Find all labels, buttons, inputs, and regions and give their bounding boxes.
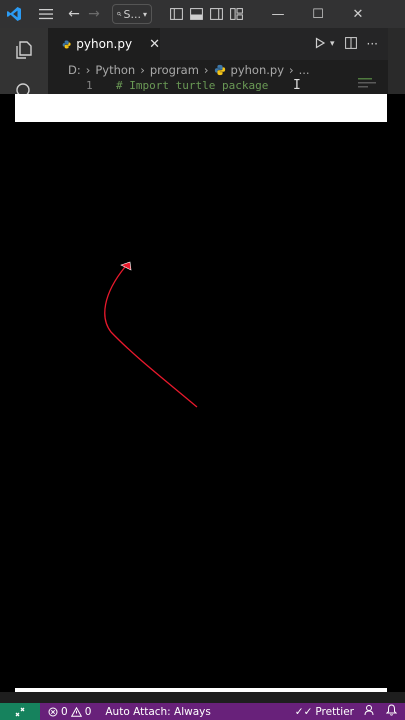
python-file-icon <box>214 64 225 76</box>
command-center-search[interactable]: S... ▾ <box>112 4 152 24</box>
auto-attach-status[interactable]: Auto Attach: Always <box>105 706 211 718</box>
back-arrow-icon[interactable]: ← <box>64 0 84 28</box>
forward-arrow-icon[interactable]: → <box>84 0 104 28</box>
chevron-down-icon: ▾ <box>142 9 147 19</box>
minimize-icon[interactable]: — <box>258 0 298 28</box>
problems-indicator[interactable]: 0 0 <box>48 706 91 718</box>
explorer-icon[interactable] <box>14 40 34 64</box>
line-number: 1 <box>86 79 93 92</box>
vscode-logo-icon <box>0 0 28 28</box>
tab-label: pyhon.py <box>76 37 133 51</box>
breadcrumb-item-python[interactable]: Python <box>95 63 135 77</box>
chevron-right-icon: › <box>289 63 294 77</box>
title-bar: ← → S... ▾ — ☐ ✕ <box>0 0 405 28</box>
tab-pyhon-py[interactable]: pyhon.py ✕ <box>48 28 160 60</box>
editor-area: pyhon.py ✕ ▾ ··· D: › Python › program ›… <box>48 28 388 94</box>
text-cursor-icon: I <box>293 78 301 93</box>
activity-bar <box>0 28 48 97</box>
search-icon <box>117 11 122 17</box>
run-options-chevron-icon[interactable]: ▾ <box>330 39 335 49</box>
code-line[interactable]: 1 # Import turtle package I <box>48 78 388 94</box>
remote-icon <box>15 707 25 716</box>
error-icon <box>48 707 58 716</box>
tab-bar: pyhon.py ✕ ▾ ··· <box>48 28 388 60</box>
breadcrumb-item-program[interactable]: program <box>150 63 199 77</box>
editor-scrollbar[interactable] <box>388 28 405 94</box>
run-python-file-icon[interactable] <box>314 36 326 52</box>
warning-icon <box>70 706 82 717</box>
double-check-icon: ✓✓ <box>294 705 313 718</box>
turtle-graphics-window <box>15 94 387 692</box>
python-file-icon <box>62 40 71 48</box>
background-strip-left <box>0 94 15 692</box>
turtle-drawn-path <box>104 266 198 408</box>
breadcrumb-item-file[interactable]: pyhon.py <box>231 63 284 77</box>
close-window-icon[interactable]: ✕ <box>338 0 378 28</box>
turtle-window-titlebar[interactable] <box>15 94 387 122</box>
more-actions-icon[interactable]: ··· <box>367 37 378 51</box>
background-strip-right <box>387 94 405 692</box>
turtle-cursor-icon <box>120 261 132 271</box>
error-count: 0 <box>61 705 68 718</box>
breadcrumb-item-symbol[interactable]: ... <box>299 63 310 77</box>
panel-strip <box>0 692 405 703</box>
menu-hamburger-icon[interactable] <box>28 0 64 28</box>
search-label: S... <box>123 7 141 21</box>
notifications-bell-icon[interactable] <box>385 704 398 719</box>
breadcrumb: D: › Python › program › pyhon.py › ... <box>68 62 310 78</box>
prettier-status[interactable]: ✓✓ Prettier <box>295 706 354 718</box>
maximize-icon[interactable]: ☐ <box>298 0 338 28</box>
chevron-right-icon: › <box>203 63 209 77</box>
warning-count: 0 <box>84 705 92 718</box>
customize-layout-icon[interactable] <box>226 0 246 28</box>
turtle-canvas <box>15 122 387 688</box>
status-bar: 0 0 Auto Attach: Always ✓✓ Prettier <box>0 703 405 720</box>
editor-actions: ▾ ··· <box>314 28 378 60</box>
chevron-right-icon: › <box>85 63 91 77</box>
toggle-primary-sidebar-icon[interactable] <box>166 0 186 28</box>
breadcrumb-item-drive[interactable]: D: <box>68 63 81 77</box>
close-tab-icon[interactable]: ✕ <box>149 37 160 52</box>
code-comment: # Import turtle package <box>116 79 269 92</box>
prettier-label: Prettier <box>315 705 354 718</box>
toggle-secondary-sidebar-icon[interactable] <box>206 0 226 28</box>
chevron-right-icon: › <box>140 63 145 77</box>
split-editor-icon[interactable] <box>344 36 357 52</box>
minimap[interactable] <box>358 74 382 94</box>
toggle-panel-icon[interactable] <box>186 0 206 28</box>
live-share-icon[interactable] <box>364 704 376 719</box>
remote-indicator[interactable] <box>0 703 40 720</box>
